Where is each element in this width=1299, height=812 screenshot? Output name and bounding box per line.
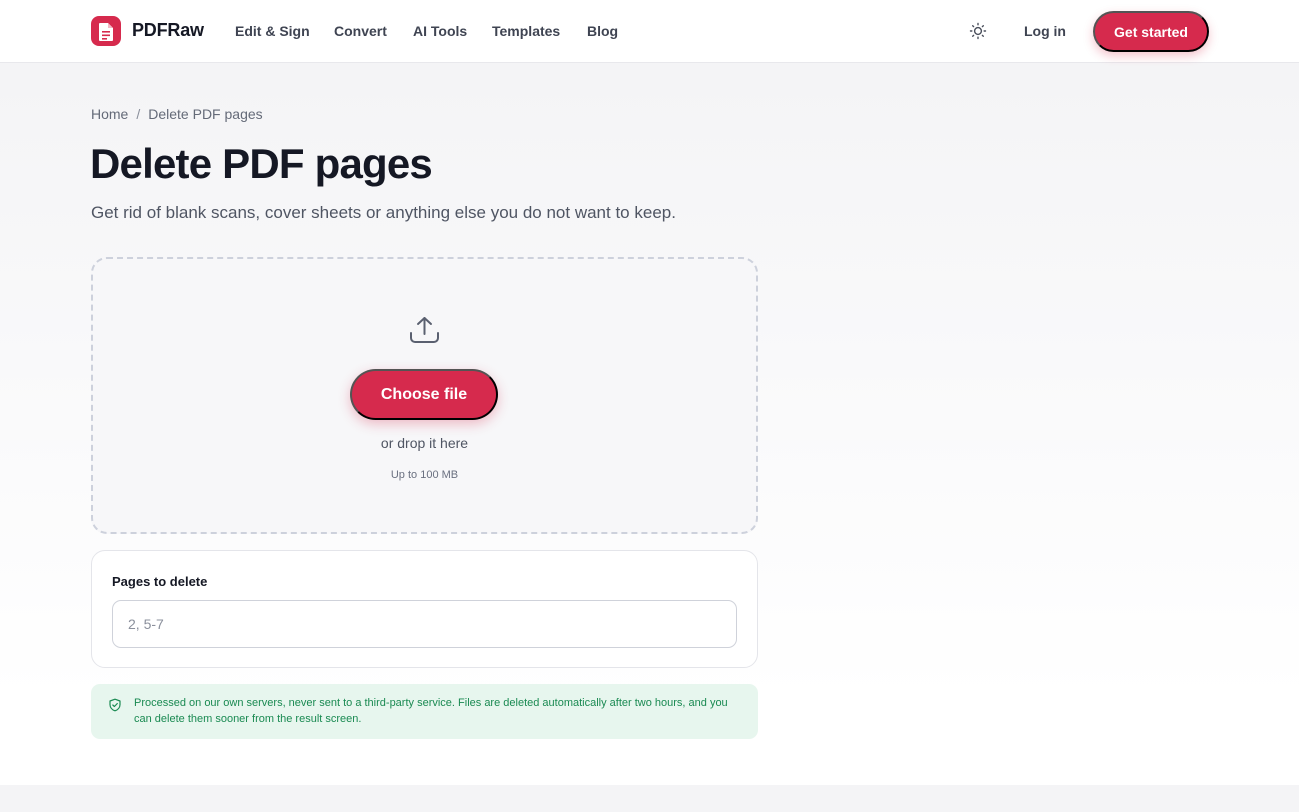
sun-icon [969, 22, 987, 40]
upload-icon [408, 314, 441, 346]
drop-hint: or drop it here [380, 435, 469, 451]
login-link[interactable]: Log in [1024, 23, 1066, 39]
breadcrumb-current: Delete PDF pages [148, 106, 263, 122]
theme-toggle-button[interactable] [966, 19, 990, 43]
top-navbar: PDFRaw Edit & Sign Convert AI Tools Temp… [0, 0, 1299, 63]
file-size-limit: Up to 100 MB [390, 469, 459, 481]
nav-templates[interactable]: Templates [492, 23, 560, 39]
shield-check-icon [108, 698, 122, 712]
pages-to-delete-input[interactable] [112, 600, 737, 648]
nav-blog[interactable]: Blog [587, 23, 618, 39]
choose-file-button[interactable]: Choose file [350, 369, 498, 420]
breadcrumb-separator: / [136, 106, 141, 122]
nav-edit-sign[interactable]: Edit & Sign [235, 23, 310, 39]
page-subtitle: Get rid of blank scans, cover sheets or … [91, 203, 676, 222]
breadcrumb: Home / Delete PDF pages [91, 106, 263, 122]
page-title: Delete PDF pages [90, 140, 433, 187]
footer [0, 785, 1299, 812]
nav-convert[interactable]: Convert [334, 23, 387, 39]
nav-ai-tools[interactable]: AI Tools [413, 23, 467, 39]
pages-to-delete-label: Pages to delete [112, 574, 208, 589]
get-started-button[interactable]: Get started [1093, 11, 1209, 52]
document-icon[interactable] [91, 16, 121, 46]
breadcrumb-home[interactable]: Home [91, 106, 128, 122]
privacy-notice-text: Processed on our own servers, never sent… [134, 697, 728, 725]
brand-name[interactable]: PDFRaw [132, 20, 204, 41]
